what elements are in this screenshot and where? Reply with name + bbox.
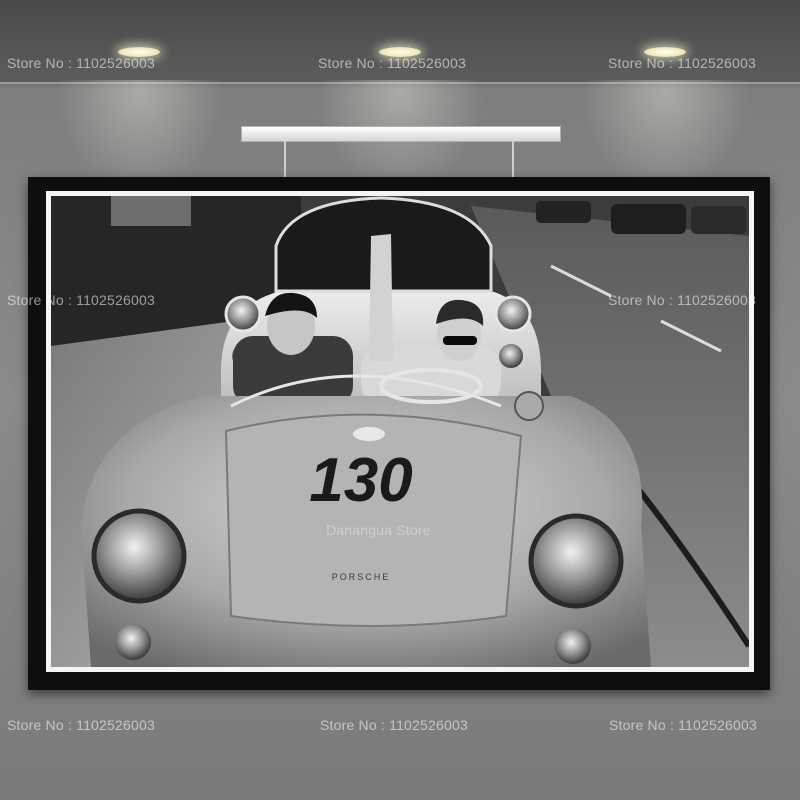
porsche-indicator-right — [555, 628, 591, 664]
ceiling — [0, 0, 800, 84]
white-car-headlight-left — [224, 295, 262, 333]
light-glow-left — [55, 80, 225, 190]
lamp-rod-right — [512, 140, 514, 180]
distant-car-2 — [611, 204, 686, 234]
light-glow-right — [580, 80, 750, 190]
side-mirror-icon — [514, 391, 544, 421]
driver-raised-arm — [369, 234, 393, 361]
watermark-bottom-center: Store No : 1102526003 — [320, 717, 468, 733]
poster-photo: 130 PORSCHE — [51, 196, 749, 667]
sunglasses-icon — [443, 336, 477, 345]
watermark-bottom-left: Store No : 1102526003 — [7, 717, 155, 733]
watermark-bottom-right: Store No : 1102526003 — [609, 717, 757, 733]
porsche-headlight-left — [91, 508, 187, 604]
porsche-crest-icon — [353, 427, 385, 441]
distant-car-1 — [536, 201, 591, 223]
watermark-mid-left: Store No : 1102526003 — [7, 292, 155, 308]
vintage-car-photo: 130 PORSCHE — [51, 196, 749, 667]
watermark-brand-center: Danangua Store — [326, 522, 431, 538]
building-window — [111, 196, 191, 226]
race-number: 130 — [309, 446, 412, 515]
porsche-indicator-left — [115, 624, 151, 660]
white-car-headlight-right — [494, 295, 532, 333]
watermark-top-left: Store No : 1102526003 — [7, 55, 155, 71]
watermark-top-right: Store No : 1102526003 — [608, 55, 756, 71]
porsche-headlight-right — [528, 513, 624, 609]
white-car-foglight-right — [499, 344, 523, 368]
distant-car-3 — [691, 206, 746, 234]
hood-badge: PORSCHE — [332, 572, 391, 582]
watermark-mid-right: Store No : 1102526003 — [608, 292, 756, 308]
lamp-rod-left — [284, 140, 286, 180]
watermark-top-center: Store No : 1102526003 — [318, 55, 466, 71]
